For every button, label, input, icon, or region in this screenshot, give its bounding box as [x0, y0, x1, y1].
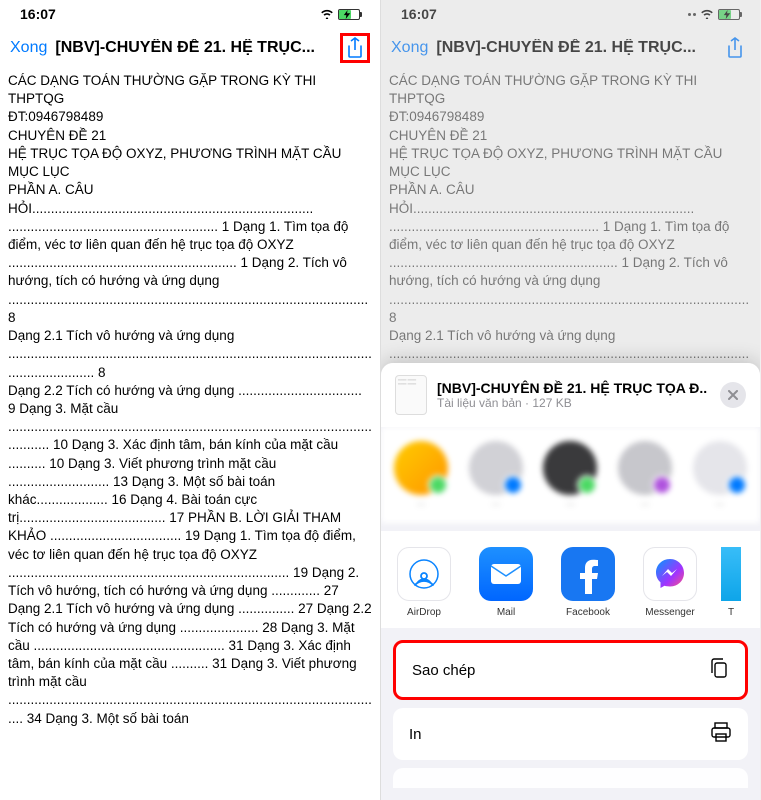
status-time: 16:07: [401, 6, 437, 22]
share-button[interactable]: [340, 33, 370, 63]
contact-item[interactable]: ···: [617, 441, 674, 509]
facebook-icon: [561, 547, 615, 601]
action-label: In: [409, 726, 422, 743]
doc-thumbnail-icon: ═══ ═══ ═══ ═══: [395, 375, 427, 415]
status-bar: 16:07: [381, 0, 760, 28]
app-mail[interactable]: Mail: [475, 547, 537, 618]
avatar: [469, 441, 523, 495]
nav-bar: Xong [NBV]-CHUYÊN ĐỀ 21. HỆ TRỤC...: [381, 28, 760, 68]
copy-action[interactable]: Sao chép: [393, 640, 748, 700]
avatar: [394, 441, 448, 495]
close-button[interactable]: [720, 382, 746, 408]
airdrop-icon: [397, 547, 451, 601]
battery-icon: [718, 9, 740, 20]
contact-item[interactable]: ···: [468, 441, 525, 509]
app-icon: [721, 547, 741, 601]
wifi-icon: [320, 7, 334, 22]
messenger-icon: [643, 547, 697, 601]
sheet-title: [NBV]-CHUYÊN ĐỀ 21. HỆ TRỤC TỌA Đ..: [437, 380, 710, 396]
app-airdrop[interactable]: AirDrop: [393, 547, 455, 618]
mail-icon: [479, 547, 533, 601]
sheet-header: ═══ ═══ ═══ ═══ [NBV]-CHUYÊN ĐỀ 21. HỆ T…: [381, 363, 760, 427]
status-icons: [320, 7, 360, 22]
nav-title: [NBV]-CHUYÊN ĐỀ 21. HỆ TRỤC...: [436, 39, 712, 57]
phone-left: 16:07 Xong [NBV]-CHUYÊN ĐỀ 21. HỆ TRỤC..…: [0, 0, 380, 800]
sheet-subtitle: Tài liệu văn bản · 127 KB: [437, 396, 710, 410]
contact-item[interactable]: ···: [542, 441, 599, 509]
contact-item[interactable]: ···: [691, 441, 748, 509]
battery-icon: [338, 9, 360, 20]
document-content[interactable]: CÁC DẠNG TOÁN THƯỜNG GẶP TRONG KỲ THI TH…: [0, 68, 380, 732]
done-button[interactable]: Xong: [10, 39, 47, 57]
app-extra[interactable]: T: [721, 547, 741, 618]
contact-item[interactable]: ···: [393, 441, 450, 509]
contacts-row[interactable]: ··· ··· ··· ··· ···: [381, 427, 760, 523]
printer-icon: [710, 722, 732, 746]
avatar: [543, 441, 597, 495]
done-button[interactable]: Xong: [391, 39, 428, 57]
apps-row[interactable]: AirDrop Mail Facebook Messenger: [381, 531, 760, 628]
nav-title: [NBV]-CHUYÊN ĐỀ 21. HỆ TRỤC...: [55, 39, 332, 57]
app-messenger[interactable]: Messenger: [639, 547, 701, 618]
status-icons: [688, 7, 740, 22]
actions-list: Sao chép In: [381, 628, 760, 800]
avatar: [693, 441, 747, 495]
signal-icon: [688, 13, 696, 16]
phone-right: 16:07 Xong [NBV]-CHUYÊN ĐỀ 21. HỆ TRỤC..…: [380, 0, 760, 800]
share-sheet: ═══ ═══ ═══ ═══ [NBV]-CHUYÊN ĐỀ 21. HỆ T…: [381, 363, 760, 800]
copy-icon: [709, 657, 729, 683]
status-bar: 16:07: [0, 0, 380, 28]
app-facebook[interactable]: Facebook: [557, 547, 619, 618]
nav-bar: Xong [NBV]-CHUYÊN ĐỀ 21. HỆ TRỤC...: [0, 28, 380, 68]
status-time: 16:07: [20, 6, 56, 22]
action-item-partial[interactable]: [393, 768, 748, 788]
avatar: [618, 441, 672, 495]
share-button[interactable]: [720, 33, 750, 63]
action-label: Sao chép: [412, 662, 475, 679]
print-action[interactable]: In: [393, 708, 748, 760]
wifi-icon: [700, 7, 714, 22]
